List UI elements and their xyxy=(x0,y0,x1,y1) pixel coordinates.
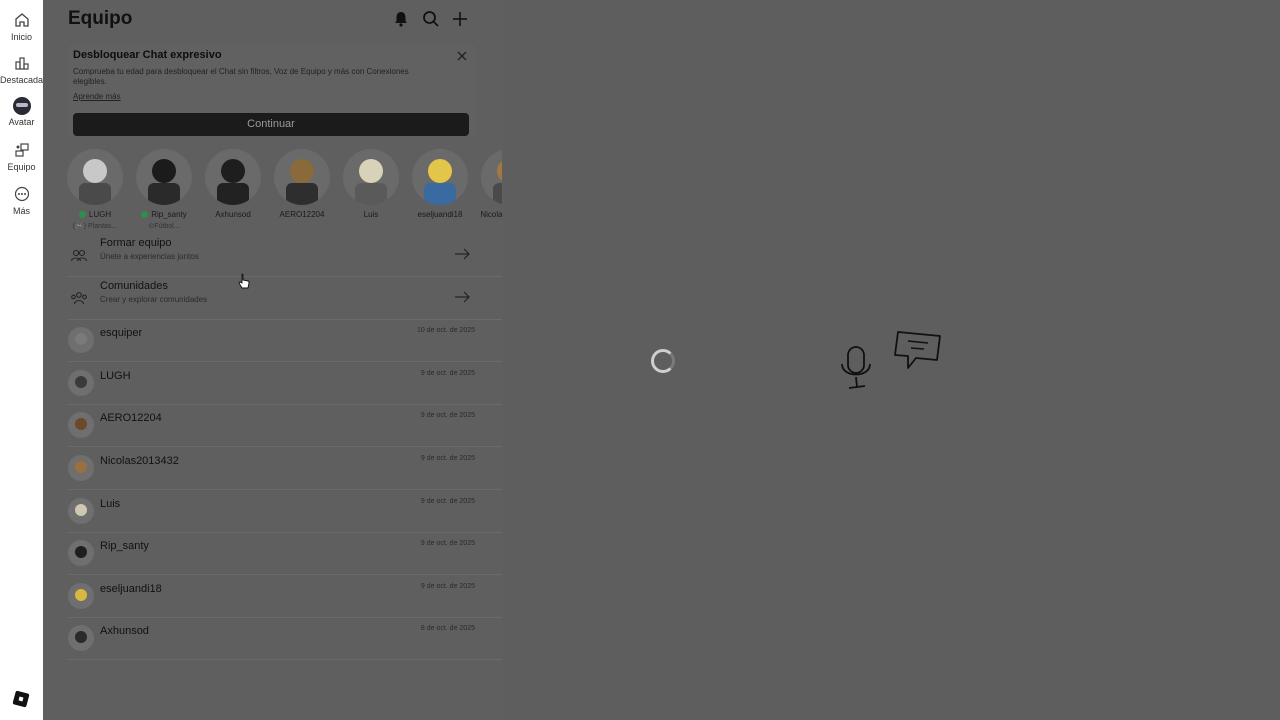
friend-item[interactable]: eseljuandi18 xyxy=(405,149,475,219)
friend-avatar xyxy=(136,149,192,205)
friends-carousel: LUGH (🎮) Plantas... Rip_santy ⊙Fútbol...… xyxy=(60,140,502,240)
friend-name: Rip_santy xyxy=(129,210,199,219)
chat-name: Rip_santy xyxy=(100,540,149,552)
mouse-cursor-icon xyxy=(238,273,250,289)
notification-bell-icon[interactable] xyxy=(392,10,410,28)
nav-label: Destacadas xyxy=(0,75,48,85)
chat-date: 10 de oct. de 2025 xyxy=(417,327,475,334)
communities-row[interactable]: Comunidades Crear y explorar comunidades xyxy=(68,277,502,320)
friend-name: eseljuandi18 xyxy=(417,210,463,219)
chat-row[interactable]: esquiper 10 de oct. de 2025 xyxy=(68,319,502,362)
chat-avatar xyxy=(68,498,94,524)
friend-name-text: LUGH xyxy=(88,210,112,219)
chat-avatar xyxy=(68,455,94,481)
arrow-right-icon xyxy=(455,248,470,260)
nav-item-mas[interactable]: Más xyxy=(0,186,43,216)
chat-name: eseljuandi18 xyxy=(100,583,162,595)
nav-item-destacadas[interactable]: Destacadas xyxy=(0,55,48,85)
action-title: Comunidades xyxy=(100,280,168,292)
friend-name: LUGH xyxy=(60,210,130,219)
action-subtitle: Crear y explorar comunidades xyxy=(100,295,208,304)
chat-date: 9 de oct. de 2025 xyxy=(420,498,475,505)
chat-avatar xyxy=(68,583,94,609)
friend-avatar xyxy=(481,149,502,205)
chat-date: 9 de oct. de 2025 xyxy=(420,412,475,419)
chat-name: Axhunsod xyxy=(100,625,149,637)
chat-date: 8 de oct. de 2025 xyxy=(420,625,475,632)
friend-avatar xyxy=(205,149,261,205)
chat-name: Nicolas2013432 xyxy=(100,455,179,467)
chat-avatar xyxy=(68,327,94,353)
chat-name: LUGH xyxy=(100,370,131,382)
friend-avatar xyxy=(343,149,399,205)
arrow-right-icon xyxy=(455,291,470,303)
friend-name: AERO12204 xyxy=(279,210,325,219)
friend-item[interactable]: AERO12204 xyxy=(267,149,337,219)
form-party-row[interactable]: Formar equipo Únete a experiencias junto… xyxy=(68,234,502,277)
page-title: Equipo xyxy=(68,8,133,29)
learn-more-link[interactable]: Aprende más xyxy=(73,92,121,101)
close-icon[interactable] xyxy=(455,49,469,63)
friend-avatar xyxy=(412,149,468,205)
chat-row[interactable]: AERO12204 9 de oct. de 2025 xyxy=(68,404,502,447)
friend-status: (🎮) Plantas... xyxy=(72,223,118,230)
chat-row[interactable]: Rip_santy 9 de oct. de 2025 xyxy=(68,532,502,575)
chat-avatar xyxy=(68,625,94,651)
friend-name: Luis xyxy=(363,210,379,219)
search-icon[interactable] xyxy=(422,10,440,28)
friend-avatar xyxy=(67,149,123,205)
chat-name: Luis xyxy=(100,498,121,510)
chat-row[interactable]: Nicolas2013432 9 de oct. de 2025 xyxy=(68,447,502,490)
banner-text: Comprueba tu edad para desbloquear el Ch… xyxy=(73,67,409,86)
nav-label: Avatar xyxy=(8,117,35,127)
group-icon xyxy=(70,249,88,262)
friend-item[interactable]: Rip_santy ⊙Fútbol... xyxy=(129,149,199,230)
chat-row[interactable]: Luis 9 de oct. de 2025 xyxy=(68,490,502,533)
chat-avatar xyxy=(68,540,94,566)
friend-item[interactable]: Nicolas2013432 xyxy=(474,149,502,219)
nav-label: Más xyxy=(12,206,30,216)
left-nav: Inicio Destacadas Avatar Equipo Más xyxy=(0,0,48,720)
banner-title: Desbloquear Chat expresivo xyxy=(73,49,222,61)
friend-name: Nicolas2013432 xyxy=(480,210,502,219)
chat-date: 9 de oct. de 2025 xyxy=(420,455,475,462)
chat-avatar xyxy=(68,412,94,438)
nav-label: Equipo xyxy=(7,162,36,172)
friend-item[interactable]: Luis xyxy=(336,149,406,219)
party-icon xyxy=(14,143,29,157)
friend-item[interactable]: LUGH (🎮) Plantas... xyxy=(60,149,130,230)
chat-row[interactable]: LUGH 9 de oct. de 2025 xyxy=(68,362,502,405)
roblox-logo-icon[interactable] xyxy=(12,690,30,708)
more-icon xyxy=(14,186,29,202)
loading-spinner-icon xyxy=(651,349,675,373)
chat-date: 9 de oct. de 2025 xyxy=(420,583,475,590)
friend-status: ⊙Fútbol... xyxy=(148,223,180,230)
nav-item-inicio[interactable]: Inicio xyxy=(0,12,43,42)
chat-voice-illustration-icon xyxy=(841,331,941,389)
chat-row[interactable]: eseljuandi18 9 de oct. de 2025 xyxy=(68,575,502,618)
friend-name-text: Rip_santy xyxy=(151,210,187,219)
charts-icon xyxy=(14,57,29,70)
friend-avatar xyxy=(274,149,330,205)
online-status-icon xyxy=(141,211,149,218)
communities-icon xyxy=(71,292,87,305)
chat-name: AERO12204 xyxy=(100,412,162,424)
chat-name: esquiper xyxy=(100,327,143,339)
continue-button[interactable]: Continuar xyxy=(73,113,469,136)
chat-avatar xyxy=(68,370,94,396)
nav-item-avatar[interactable]: Avatar xyxy=(0,97,43,127)
chat-date: 9 de oct. de 2025 xyxy=(420,540,475,547)
action-subtitle: Únete a experiencias juntos xyxy=(100,252,199,261)
action-title: Formar equipo xyxy=(100,237,172,249)
friend-name: Axhunsod xyxy=(215,210,251,219)
online-status-icon xyxy=(78,211,86,218)
nav-item-equipo[interactable]: Equipo xyxy=(0,142,43,172)
home-icon xyxy=(14,13,29,27)
chat-date: 9 de oct. de 2025 xyxy=(420,370,475,377)
avatar-icon xyxy=(12,97,31,115)
add-icon[interactable] xyxy=(451,10,469,28)
nav-label: Inicio xyxy=(10,32,32,42)
friend-item[interactable]: Axhunsod xyxy=(198,149,268,219)
chat-row[interactable]: Axhunsod 8 de oct. de 2025 xyxy=(68,617,502,660)
